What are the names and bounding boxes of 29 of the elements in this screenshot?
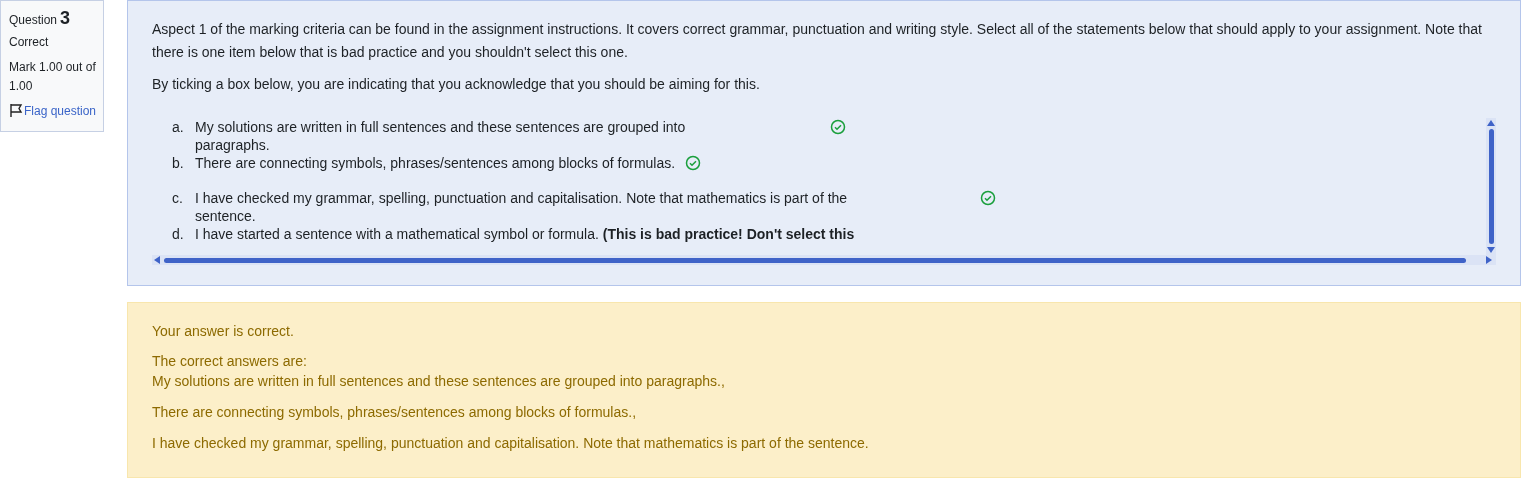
question-text: By ticking a box below, you are indicating that you acknowledge that you should be aiming for this. bbox=[152, 75, 761, 94]
mark-text: Mark 1.00 out of 1.00 bbox=[9, 59, 97, 95]
option-letter: d. bbox=[172, 224, 185, 243]
flag-icon bbox=[9, 103, 23, 117]
question-label: Question bbox=[9, 12, 58, 29]
option-letter: c. bbox=[172, 189, 184, 207]
option-letter: a. bbox=[172, 118, 185, 136]
option-text: There are connecting symbols, phrases/sentences among blocks of formulas. bbox=[195, 153, 676, 172]
question-state: Correct bbox=[9, 34, 50, 51]
question-text: Aspect 1 of the marking criteria can be found in the assignment instructions. It covers correct grammar, punctuation and writing style. Select all of the statements below that should apply to your assignment. Note that there is one item below that is bad practice and you shouldn't select this one. bbox=[152, 20, 1483, 62]
correct-answers-heading: The correct answers are: bbox=[152, 352, 308, 371]
vertical-scrollbar[interactable] bbox=[1486, 118, 1496, 255]
correct-answer-text: I have checked my grammar, spelling, punctuation and capitalisation. Note that mathematics is part of the sentence. bbox=[152, 434, 870, 453]
option-letter: b. bbox=[172, 153, 185, 172]
scroll-up-arrow-icon bbox=[1487, 120, 1495, 126]
correct-answer-text: My solutions are written in full sentences and these sentences are grouped into paragraphs., bbox=[152, 372, 726, 391]
scroll-down-arrow-icon bbox=[1487, 247, 1495, 253]
horizontal-scrollbar[interactable] bbox=[152, 255, 1496, 265]
scrollbar-thumb[interactable] bbox=[1488, 129, 1494, 244]
scroll-right-arrow-icon bbox=[1486, 256, 1492, 264]
question-number: 3 bbox=[60, 9, 71, 28]
option-text: I have started a sentence with a mathematical symbol or formula. (This is bad practice! Don't select this bbox=[195, 224, 855, 243]
option-text: I have checked my grammar, spelling, punctuation and capitalisation. Note that mathematics is part of the sentence. bbox=[195, 189, 849, 225]
scroll-left-arrow-icon bbox=[154, 256, 160, 264]
scrollbar-thumb[interactable] bbox=[164, 257, 1466, 263]
option-text: My solutions are written in full sentences and these sentences are grouped into paragraphs. bbox=[195, 118, 687, 154]
feedback-text: Your answer is correct. bbox=[152, 322, 295, 341]
flag-question-link[interactable]: Flag question bbox=[9, 102, 103, 121]
correct-answer-text: There are connecting symbols, phrases/sentences among blocks of formulas., bbox=[152, 403, 638, 422]
